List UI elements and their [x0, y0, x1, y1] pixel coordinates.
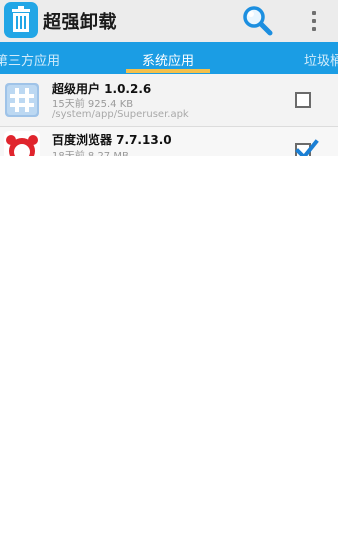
list-item[interactable]: 超级用户 1.0.2.6 15天前 925.4 KB /system/app/S…: [0, 74, 338, 127]
empty-content-area: [0, 156, 338, 546]
overflow-dot: [312, 27, 316, 31]
superuser-hash-icon: [4, 82, 40, 118]
search-button[interactable]: [241, 4, 275, 38]
app-path: /system/app/Superuser.apk: [52, 109, 189, 120]
overflow-menu-icon: [312, 11, 316, 15]
list-item[interactable]: 百度浏览器 7.7.13.0 18天前 8.27 MB: [0, 127, 338, 156]
app-age-size: 15天前 925.4 KB: [52, 99, 134, 110]
tab-third-party-apps[interactable]: 第三方应用: [0, 50, 60, 69]
app-list: 超级用户 1.0.2.6 15天前 925.4 KB /system/app/S…: [0, 74, 338, 156]
active-tab-indicator: [126, 69, 210, 73]
baidu-browser-icon: [4, 131, 40, 156]
search-icon: [243, 6, 273, 36]
app-name: 百度浏览器 7.7.13.0: [52, 133, 172, 147]
app-age-size: 18天前 8.27 MB: [52, 147, 129, 156]
select-checkbox[interactable]: [295, 92, 311, 108]
app-title: 超强卸载: [43, 12, 117, 33]
checkmark-icon: [295, 139, 319, 156]
select-checkbox-checked[interactable]: [295, 139, 319, 156]
tab-trash[interactable]: 垃圾桶: [304, 50, 338, 69]
overflow-dot: [312, 19, 316, 23]
overflow-menu-button[interactable]: [306, 6, 322, 36]
trash-can-icon: [4, 2, 38, 38]
tab-system-apps[interactable]: 系统应用: [142, 50, 194, 69]
app-bar: 超强卸载: [0, 0, 338, 42]
